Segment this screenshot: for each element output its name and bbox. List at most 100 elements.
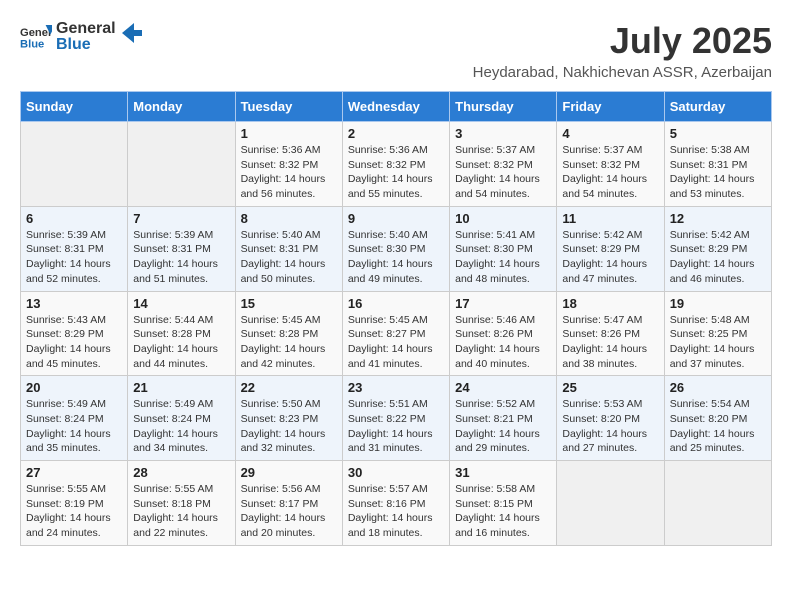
calendar-cell: 13 Sunrise: 5:43 AM Sunset: 8:29 PM Dayli… — [21, 291, 128, 376]
day-info: Sunrise: 5:37 AM Sunset: 8:32 PM Dayligh… — [562, 143, 658, 202]
calendar-cell: 4Sunrise: 5:37 AM Sunset: 8:32 PM Daylig… — [557, 122, 664, 207]
day-info: Sunrise: 5:45 AM Sunset: 8:28 PM Dayligh… — [241, 313, 337, 372]
day-number: 5 — [670, 126, 766, 141]
calendar-cell: 25Sunrise: 5:53 AM Sunset: 8:20 PM Dayli… — [557, 376, 664, 461]
day-number: 12 — [670, 211, 766, 226]
day-info: Sunrise: 5:45 AM Sunset: 8:27 PM Dayligh… — [348, 313, 444, 372]
calendar-cell: 19Sunrise: 5:48 AM Sunset: 8:25 PM Dayli… — [664, 291, 771, 376]
day-number: 21 — [133, 380, 229, 395]
days-of-week-row: SundayMondayTuesdayWednesdayThursdayFrid… — [21, 92, 772, 122]
calendar-cell — [21, 122, 128, 207]
calendar-body: 1Sunrise: 5:36 AM Sunset: 8:32 PM Daylig… — [21, 122, 772, 546]
day-number: 9 — [348, 211, 444, 226]
day-info: Sunrise: 5:58 AM Sunset: 8:15 PM Dayligh… — [455, 482, 551, 541]
calendar-cell: 26 Sunrise: 5:54 AM Sunset: 8:20 PM Dayli… — [664, 376, 771, 461]
day-number: 22 — [241, 380, 337, 395]
page-header: General Blue General Blue July 2025 Heyd… — [20, 20, 772, 81]
day-info: Sunrise: 5:37 AM Sunset: 8:32 PM Dayligh… — [455, 143, 551, 202]
day-number: 31 — [455, 465, 551, 480]
calendar-week-2: 6 Sunrise: 5:39 AM Sunset: 8:31 PM Daylig… — [21, 206, 772, 291]
calendar-cell: 22 Sunrise: 5:50 AM Sunset: 8:23 PM Dayli… — [235, 376, 342, 461]
day-number: 14 — [133, 296, 229, 311]
day-info: Sunrise: 5:52 AM Sunset: 8:21 PM Dayligh… — [455, 397, 551, 456]
day-number: 7 — [133, 211, 229, 226]
calendar-cell: 20 Sunrise: 5:49 AM Sunset: 8:24 PM Dayli… — [21, 376, 128, 461]
day-number: 20 — [26, 380, 122, 395]
day-info: Sunrise: 5:39 AM Sunset: 8:31 PM Dayligh… — [26, 228, 122, 287]
day-number: 18 — [562, 296, 658, 311]
location-title: Heydarabad, Nakhichevan ASSR, Azerbaijan — [473, 64, 772, 81]
day-number: 24 — [455, 380, 551, 395]
day-info: Sunrise: 5:50 AM Sunset: 8:23 PM Dayligh… — [241, 397, 337, 456]
calendar-week-1: 1Sunrise: 5:36 AM Sunset: 8:32 PM Daylig… — [21, 122, 772, 207]
logo-text-general: General — [56, 20, 116, 38]
day-info: Sunrise: 5:44 AM Sunset: 8:28 PM Dayligh… — [133, 313, 229, 372]
day-number: 2 — [348, 126, 444, 141]
day-info: Sunrise: 5:49 AM Sunset: 8:24 PM Dayligh… — [133, 397, 229, 456]
day-info: Sunrise: 5:38 AM Sunset: 8:31 PM Dayligh… — [670, 143, 766, 202]
svg-text:General: General — [20, 27, 52, 39]
day-number: 11 — [562, 211, 658, 226]
calendar-cell: 8 Sunrise: 5:40 AM Sunset: 8:31 PM Daylig… — [235, 206, 342, 291]
calendar-cell: 3Sunrise: 5:37 AM Sunset: 8:32 PM Daylig… — [450, 122, 557, 207]
calendar-cell: 7 Sunrise: 5:39 AM Sunset: 8:31 PM Daylig… — [128, 206, 235, 291]
day-info: Sunrise: 5:54 AM Sunset: 8:20 PM Dayligh… — [670, 397, 766, 456]
day-number: 15 — [241, 296, 337, 311]
calendar-cell — [128, 122, 235, 207]
day-info: Sunrise: 5:57 AM Sunset: 8:16 PM Dayligh… — [348, 482, 444, 541]
calendar-cell: 12 Sunrise: 5:42 AM Sunset: 8:29 PM Dayli… — [664, 206, 771, 291]
day-number: 16 — [348, 296, 444, 311]
day-info: Sunrise: 5:46 AM Sunset: 8:26 PM Dayligh… — [455, 313, 551, 372]
day-number: 6 — [26, 211, 122, 226]
day-number: 8 — [241, 211, 337, 226]
day-number: 29 — [241, 465, 337, 480]
day-info: Sunrise: 5:40 AM Sunset: 8:31 PM Dayligh… — [241, 228, 337, 287]
calendar-cell: 27Sunrise: 5:55 AM Sunset: 8:19 PM Dayli… — [21, 461, 128, 546]
calendar-cell: 11Sunrise: 5:42 AM Sunset: 8:29 PM Dayli… — [557, 206, 664, 291]
day-header-thursday: Thursday — [450, 92, 557, 122]
calendar-cell: 2 Sunrise: 5:36 AM Sunset: 8:32 PM Daylig… — [342, 122, 449, 207]
calendar-cell: 5 Sunrise: 5:38 AM Sunset: 8:31 PM Daylig… — [664, 122, 771, 207]
calendar-cell: 28 Sunrise: 5:55 AM Sunset: 8:18 PM Dayli… — [128, 461, 235, 546]
day-number: 26 — [670, 380, 766, 395]
day-info: Sunrise: 5:39 AM Sunset: 8:31 PM Dayligh… — [133, 228, 229, 287]
day-info: Sunrise: 5:49 AM Sunset: 8:24 PM Dayligh… — [26, 397, 122, 456]
day-info: Sunrise: 5:40 AM Sunset: 8:30 PM Dayligh… — [348, 228, 444, 287]
day-info: Sunrise: 5:41 AM Sunset: 8:30 PM Dayligh… — [455, 228, 551, 287]
day-info: Sunrise: 5:36 AM Sunset: 8:32 PM Dayligh… — [348, 143, 444, 202]
calendar-cell: 31 Sunrise: 5:58 AM Sunset: 8:15 PM Dayli… — [450, 461, 557, 546]
day-info: Sunrise: 5:42 AM Sunset: 8:29 PM Dayligh… — [670, 228, 766, 287]
calendar-cell: 24 Sunrise: 5:52 AM Sunset: 8:21 PM Dayli… — [450, 376, 557, 461]
calendar-cell — [557, 461, 664, 546]
day-number: 17 — [455, 296, 551, 311]
logo-icon: General Blue — [20, 23, 52, 51]
day-header-sunday: Sunday — [21, 92, 128, 122]
calendar-cell — [664, 461, 771, 546]
calendar-cell: 18Sunrise: 5:47 AM Sunset: 8:26 PM Dayli… — [557, 291, 664, 376]
day-header-wednesday: Wednesday — [342, 92, 449, 122]
calendar-cell: 9 Sunrise: 5:40 AM Sunset: 8:30 PM Daylig… — [342, 206, 449, 291]
day-info: Sunrise: 5:55 AM Sunset: 8:18 PM Dayligh… — [133, 482, 229, 541]
day-info: Sunrise: 5:48 AM Sunset: 8:25 PM Dayligh… — [670, 313, 766, 372]
calendar-cell: 16 Sunrise: 5:45 AM Sunset: 8:27 PM Dayli… — [342, 291, 449, 376]
day-header-tuesday: Tuesday — [235, 92, 342, 122]
calendar-week-4: 20 Sunrise: 5:49 AM Sunset: 8:24 PM Dayli… — [21, 376, 772, 461]
day-number: 28 — [133, 465, 229, 480]
calendar-header: SundayMondayTuesdayWednesdayThursdayFrid… — [21, 92, 772, 122]
title-block: July 2025 Heydarabad, Nakhichevan ASSR, … — [473, 20, 772, 81]
day-number: 25 — [562, 380, 658, 395]
logo: General Blue General Blue — [20, 20, 142, 53]
month-title: July 2025 — [473, 20, 772, 62]
day-info: Sunrise: 5:55 AM Sunset: 8:19 PM Dayligh… — [26, 482, 122, 541]
calendar-cell: 10 Sunrise: 5:41 AM Sunset: 8:30 PM Dayli… — [450, 206, 557, 291]
day-info: Sunrise: 5:43 AM Sunset: 8:29 PM Dayligh… — [26, 313, 122, 372]
day-number: 10 — [455, 211, 551, 226]
day-info: Sunrise: 5:36 AM Sunset: 8:32 PM Dayligh… — [241, 143, 337, 202]
day-number: 13 — [26, 296, 122, 311]
day-info: Sunrise: 5:51 AM Sunset: 8:22 PM Dayligh… — [348, 397, 444, 456]
calendar-cell: 14 Sunrise: 5:44 AM Sunset: 8:28 PM Dayli… — [128, 291, 235, 376]
calendar-cell: 6 Sunrise: 5:39 AM Sunset: 8:31 PM Daylig… — [21, 206, 128, 291]
calendar-week-3: 13 Sunrise: 5:43 AM Sunset: 8:29 PM Dayli… — [21, 291, 772, 376]
day-header-saturday: Saturday — [664, 92, 771, 122]
day-number: 23 — [348, 380, 444, 395]
